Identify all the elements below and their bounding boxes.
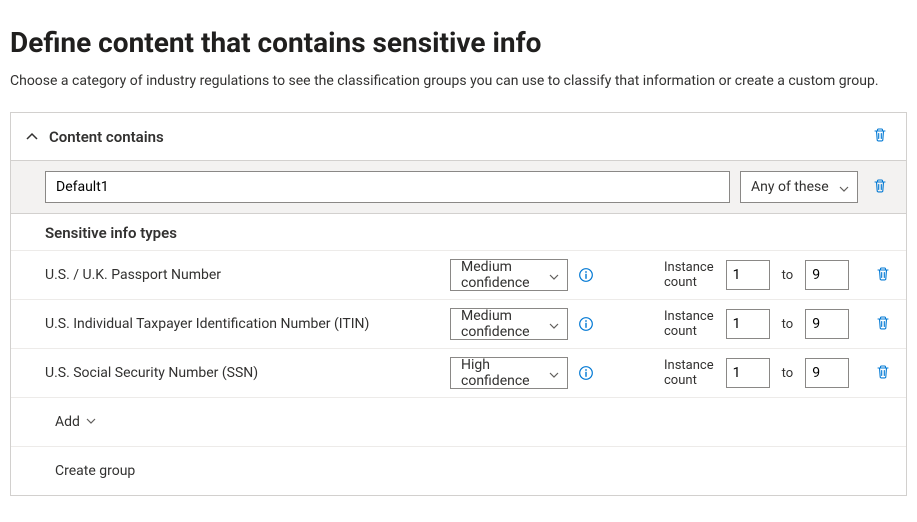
- confidence-dropdown[interactable]: High confidence: [450, 357, 568, 389]
- sensitive-info-row: U.S. Social Security Number (SSN) High c…: [11, 349, 906, 398]
- instance-count-min-input[interactable]: [726, 260, 770, 290]
- confidence-label: High confidence: [461, 357, 541, 389]
- info-icon[interactable]: [578, 267, 594, 283]
- content-contains-panel: Content contains Any of these Sensitive …: [10, 112, 907, 496]
- group-name-input[interactable]: [45, 171, 730, 203]
- delete-row-button[interactable]: [871, 360, 895, 387]
- trash-icon: [872, 127, 888, 146]
- trash-icon: [875, 364, 891, 383]
- collapse-chevron-icon[interactable]: [25, 130, 39, 144]
- instance-count-min-input[interactable]: [726, 309, 770, 339]
- chevron-down-icon: [86, 414, 96, 430]
- section-title: Content contains: [49, 128, 868, 146]
- instance-count-label: Instance count: [664, 309, 714, 339]
- to-label: to: [782, 366, 794, 381]
- trash-icon: [875, 315, 891, 334]
- trash-icon: [875, 266, 891, 285]
- instance-count-max-input[interactable]: [805, 260, 849, 290]
- confidence-dropdown[interactable]: Medium confidence: [450, 259, 568, 291]
- instance-count-max-input[interactable]: [805, 358, 849, 388]
- sensitive-info-row: U.S. Individual Taxpayer Identification …: [11, 300, 906, 349]
- page-subtitle: Choose a category of industry regulation…: [10, 71, 907, 92]
- info-icon[interactable]: [578, 365, 594, 381]
- sensitive-info-row: U.S. / U.K. Passport Number Medium confi…: [11, 251, 906, 300]
- sensitive-info-name: U.S. / U.K. Passport Number: [45, 267, 440, 283]
- trash-icon: [872, 178, 888, 197]
- delete-group-button[interactable]: [868, 174, 892, 201]
- to-label: to: [782, 317, 794, 332]
- add-label: Add: [55, 414, 80, 430]
- chevron-down-icon: [549, 368, 559, 378]
- to-label: to: [782, 268, 794, 283]
- sensitive-info-name: U.S. Social Security Number (SSN): [45, 365, 440, 381]
- chevron-down-icon: [549, 319, 559, 329]
- add-button[interactable]: Add: [55, 410, 96, 434]
- confidence-label: Medium confidence: [461, 259, 541, 291]
- delete-section-button[interactable]: [868, 123, 892, 150]
- page-title: Define content that contains sensitive i…: [10, 26, 907, 59]
- instance-count-label: Instance count: [664, 260, 714, 290]
- info-icon[interactable]: [578, 316, 594, 332]
- confidence-dropdown[interactable]: Medium confidence: [450, 308, 568, 340]
- create-group-button[interactable]: Create group: [55, 463, 135, 479]
- delete-row-button[interactable]: [871, 262, 895, 289]
- delete-row-button[interactable]: [871, 311, 895, 338]
- sensitive-info-types-header: Sensitive info types: [11, 214, 906, 251]
- chevron-down-icon: [839, 182, 849, 192]
- sensitive-info-name: U.S. Individual Taxpayer Identification …: [45, 316, 440, 332]
- instance-count-min-input[interactable]: [726, 358, 770, 388]
- chevron-down-icon: [549, 270, 559, 280]
- instance-count-label: Instance count: [664, 358, 714, 388]
- match-mode-label: Any of these: [751, 179, 829, 195]
- instance-count-max-input[interactable]: [805, 309, 849, 339]
- match-mode-dropdown[interactable]: Any of these: [740, 171, 858, 203]
- confidence-label: Medium confidence: [461, 308, 541, 340]
